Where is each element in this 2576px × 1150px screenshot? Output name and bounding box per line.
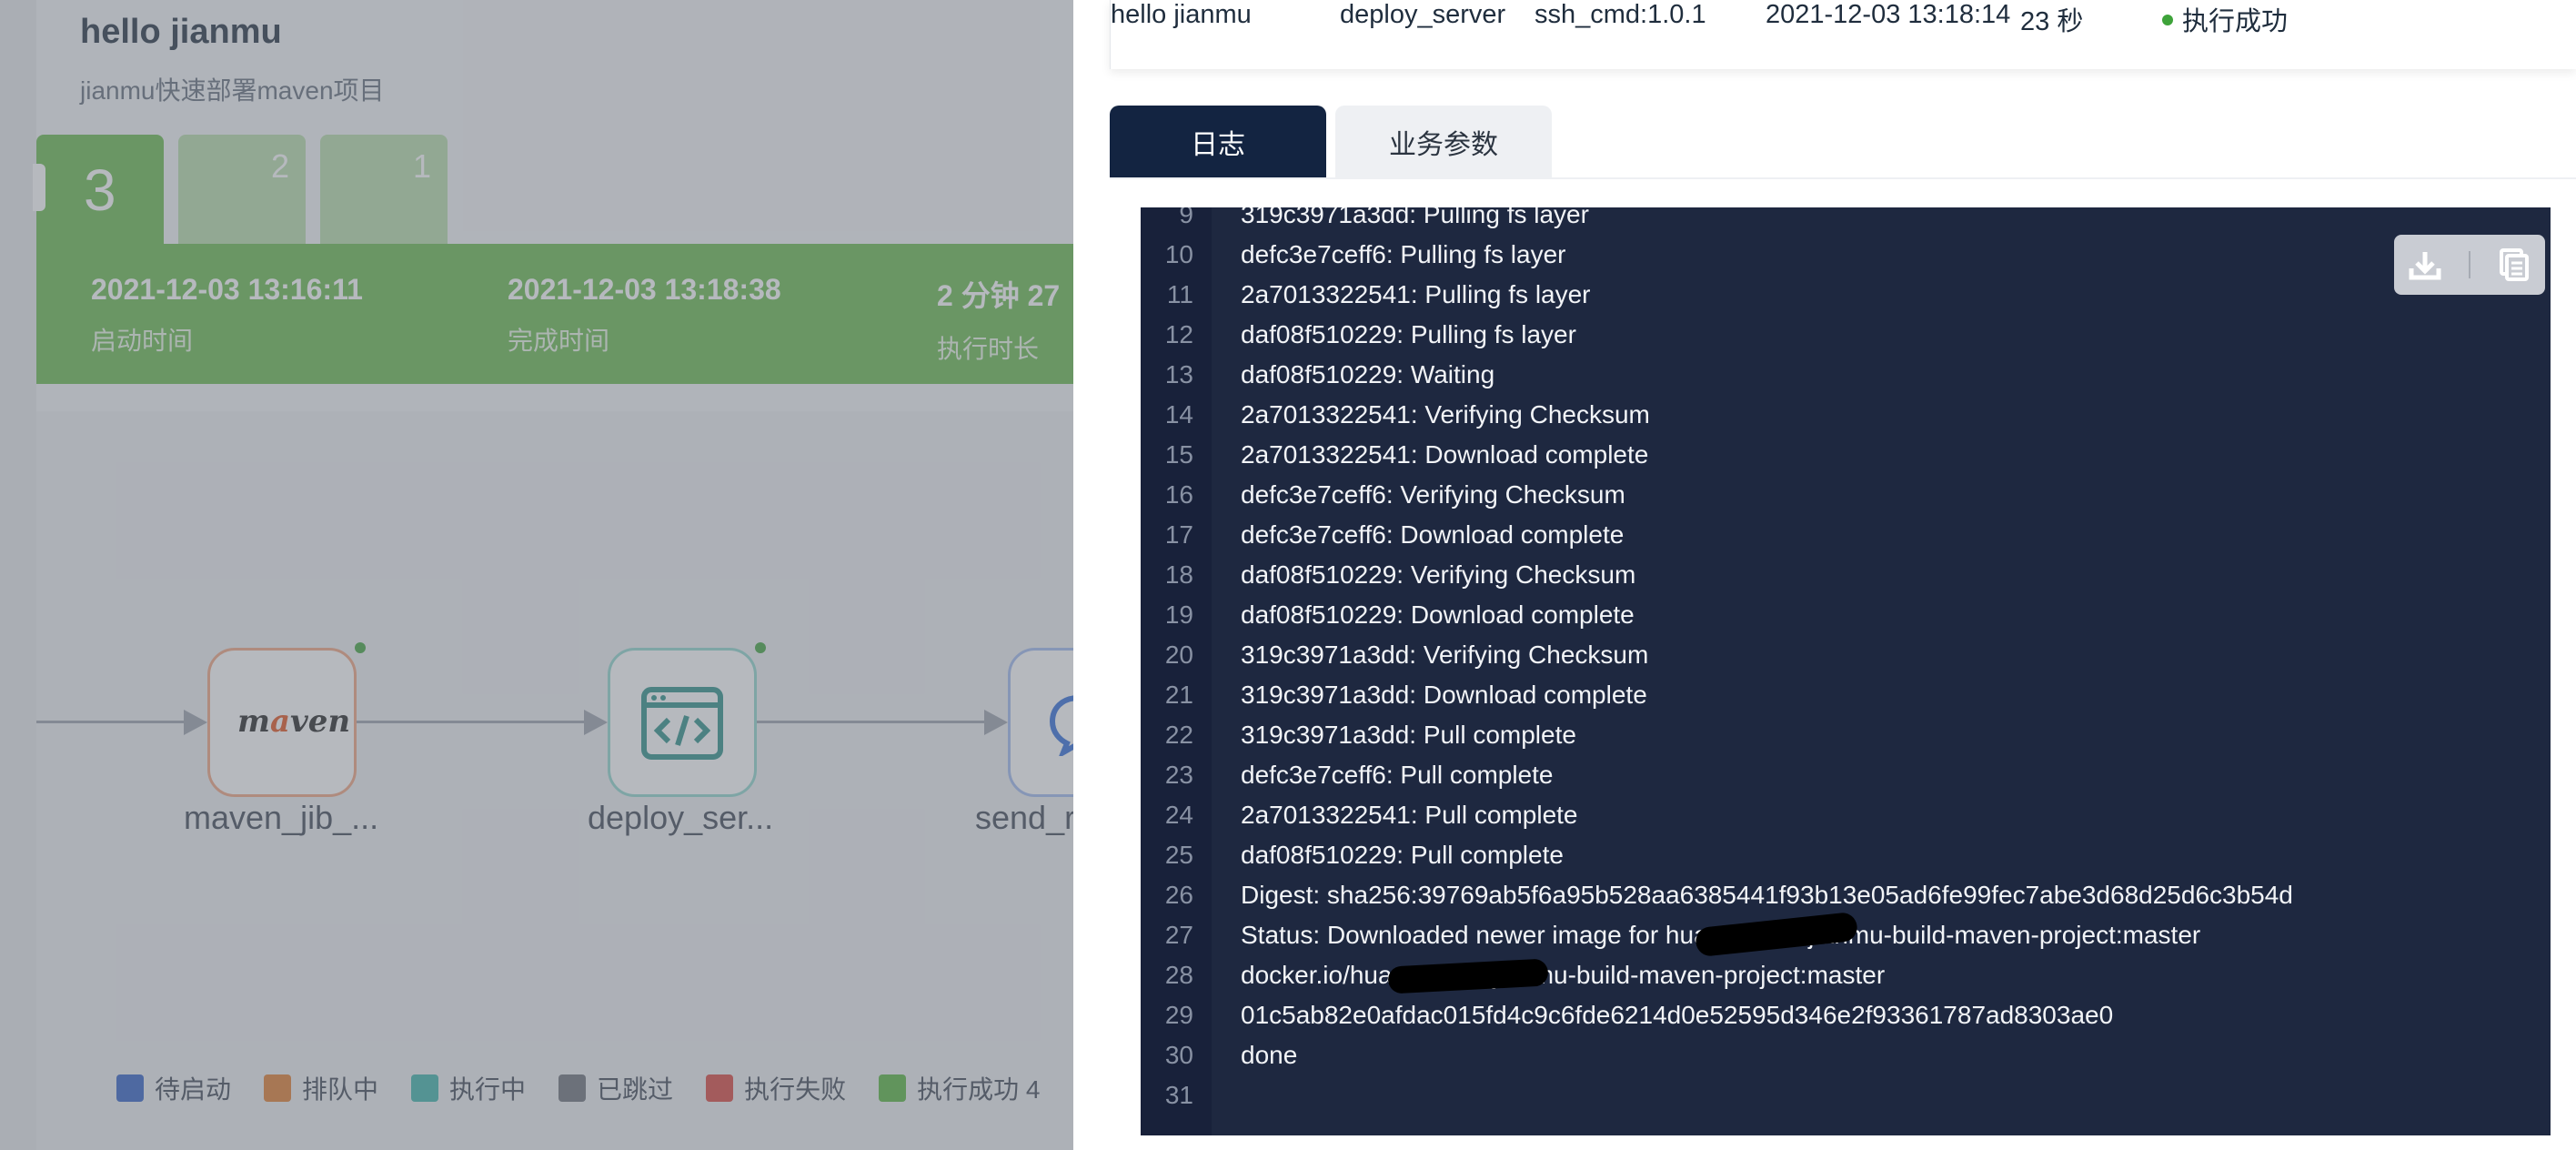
log-text: 319c3971a3dd: Pull complete xyxy=(1241,721,1576,749)
log-text: 2a7013322541: Pulling fs layer xyxy=(1241,280,1591,308)
line-number: 10 xyxy=(1164,240,1193,268)
log-line: 28 docker.io/huang-2020/jianmu-build-mave… xyxy=(1141,955,2551,995)
line-number: 13 xyxy=(1164,360,1193,388)
line-number: 24 xyxy=(1164,801,1193,829)
log-text: daf08f510229: Pulling fs layer xyxy=(1241,320,1576,348)
log-text: 319c3971a3dd: Verifying Checksum xyxy=(1241,641,1649,669)
log-line: 18 daf08f510229: Verifying Checksum xyxy=(1141,555,2551,595)
log-text: 2a7013322541: Verifying Checksum xyxy=(1241,400,1650,429)
task-plugin-version: ssh_cmd:1.0.1 xyxy=(1535,0,1706,29)
line-number: 20 xyxy=(1164,641,1193,669)
log-text: docker.io/huang-2020/jianmu-build-maven-… xyxy=(1241,961,1886,989)
line-number: 27 xyxy=(1164,921,1193,949)
log-line: 30 done xyxy=(1141,1035,2551,1075)
task-info-card: hello jianmu deploy_server ssh_cmd:1.0.1… xyxy=(1110,0,2576,69)
status-label: 执行成功 xyxy=(2182,7,2289,36)
log-line: 13 daf08f510229: Waiting xyxy=(1141,355,2551,395)
line-number: 17 xyxy=(1164,520,1193,549)
log-line: 26 Digest: sha256:39769ab5f6a95b528aa6385… xyxy=(1141,875,2551,915)
line-number: 19 xyxy=(1164,600,1193,629)
log-text: 01c5ab82e0afdac015fd4c9c6fde6214d0e52595… xyxy=(1241,1001,2114,1029)
line-number: 25 xyxy=(1164,841,1193,869)
log-line: 17 defc3e7ceff6: Download complete xyxy=(1141,515,2551,555)
log-text: daf08f510229: Waiting xyxy=(1241,360,1495,388)
log-line: 20 319c3971a3dd: Verifying Checksum xyxy=(1141,635,2551,675)
line-number: 29 xyxy=(1164,1001,1193,1029)
line-number: 12 xyxy=(1164,320,1193,348)
line-number: 11 xyxy=(1166,280,1193,308)
log-text: defc3e7ceff6: Pull complete xyxy=(1241,761,1554,789)
log-viewer[interactable]: 9 319c3971a3dd: Pulling fs layer 10 defc3e7… xyxy=(1141,207,2551,1135)
log-line: 15 2a7013322541: Download complete xyxy=(1141,435,2551,475)
drawer-backdrop[interactable] xyxy=(0,0,1073,1150)
log-line: 10 defc3e7ceff6: Pulling fs layer xyxy=(1141,235,2551,275)
task-node-name: deploy_server xyxy=(1340,0,1506,29)
status-dot xyxy=(2162,15,2173,26)
log-line: 16 defc3e7ceff6: Verifying Checksum xyxy=(1141,475,2551,515)
log-line: 11 2a7013322541: Pulling fs layer xyxy=(1141,275,2551,315)
line-number: 21 xyxy=(1164,681,1193,709)
tab-log[interactable]: 日志 xyxy=(1110,106,1326,178)
tab-divider xyxy=(1110,177,2576,179)
tab-business-params[interactable]: 业务参数 xyxy=(1335,106,1552,178)
log-line: 31 xyxy=(1141,1075,2551,1115)
download-icon[interactable] xyxy=(2407,247,2443,283)
line-number: 14 xyxy=(1164,400,1193,429)
log-text: defc3e7ceff6: Pulling fs layer xyxy=(1241,240,1566,268)
line-number: 9 xyxy=(1179,207,1193,228)
log-text: daf08f510229: Download complete xyxy=(1241,600,1635,629)
task-workflow-name: hello jianmu xyxy=(1111,0,1252,29)
log-line: 24 2a7013322541: Pull complete xyxy=(1141,795,2551,835)
log-text: 2a7013322541: Download complete xyxy=(1241,440,1649,469)
log-text: defc3e7ceff6: Verifying Checksum xyxy=(1241,480,1625,509)
toolbar-separator xyxy=(2469,251,2470,278)
line-number: 30 xyxy=(1164,1041,1193,1069)
log-text: 2a7013322541: Pull complete xyxy=(1241,801,1578,829)
line-number: 22 xyxy=(1164,721,1193,749)
log-line: 19 daf08f510229: Download complete xyxy=(1141,595,2551,635)
line-number: 23 xyxy=(1164,761,1193,789)
log-line: 9 319c3971a3dd: Pulling fs layer xyxy=(1141,207,2551,235)
task-log-drawer: hello jianmu deploy_server ssh_cmd:1.0.1… xyxy=(1073,0,2576,1150)
task-start-time: 2021-12-03 13:18:14 xyxy=(1766,0,2011,29)
task-duration: 23 秒 xyxy=(2020,7,2084,36)
log-text: done xyxy=(1241,1041,1298,1069)
task-status: 执行成功 xyxy=(2162,0,2288,38)
log-line: 14 2a7013322541: Verifying Checksum xyxy=(1141,395,2551,435)
log-line: 22 319c3971a3dd: Pull complete xyxy=(1141,715,2551,755)
line-number: 16 xyxy=(1164,480,1193,509)
log-line: 29 01c5ab82e0afdac015fd4c9c6fde6214d0e525… xyxy=(1141,995,2551,1035)
log-text: daf08f510229: Verifying Checksum xyxy=(1241,560,1636,589)
log-toolbar xyxy=(2394,235,2545,295)
line-number: 15 xyxy=(1164,440,1193,469)
line-number: 18 xyxy=(1164,560,1193,589)
log-text: defc3e7ceff6: Download complete xyxy=(1241,520,1625,549)
log-line: 23 defc3e7ceff6: Pull complete xyxy=(1141,755,2551,795)
line-number: 26 xyxy=(1164,881,1193,909)
log-line: 21 319c3971a3dd: Download complete xyxy=(1141,675,2551,715)
log-text: 319c3971a3dd: Download complete xyxy=(1241,681,1647,709)
log-line: 12 daf08f510229: Pulling fs layer xyxy=(1141,315,2551,355)
log-text: daf08f510229: Pull complete xyxy=(1241,841,1564,869)
copy-icon[interactable] xyxy=(2496,247,2532,283)
line-number: 28 xyxy=(1164,961,1193,989)
line-number: 31 xyxy=(1164,1081,1193,1109)
log-text: 319c3971a3dd: Pulling fs layer xyxy=(1241,207,1589,228)
log-text: Digest: sha256:39769ab5f6a95b528aa638544… xyxy=(1241,881,2293,909)
log-line: 25 daf08f510229: Pull complete xyxy=(1141,835,2551,875)
